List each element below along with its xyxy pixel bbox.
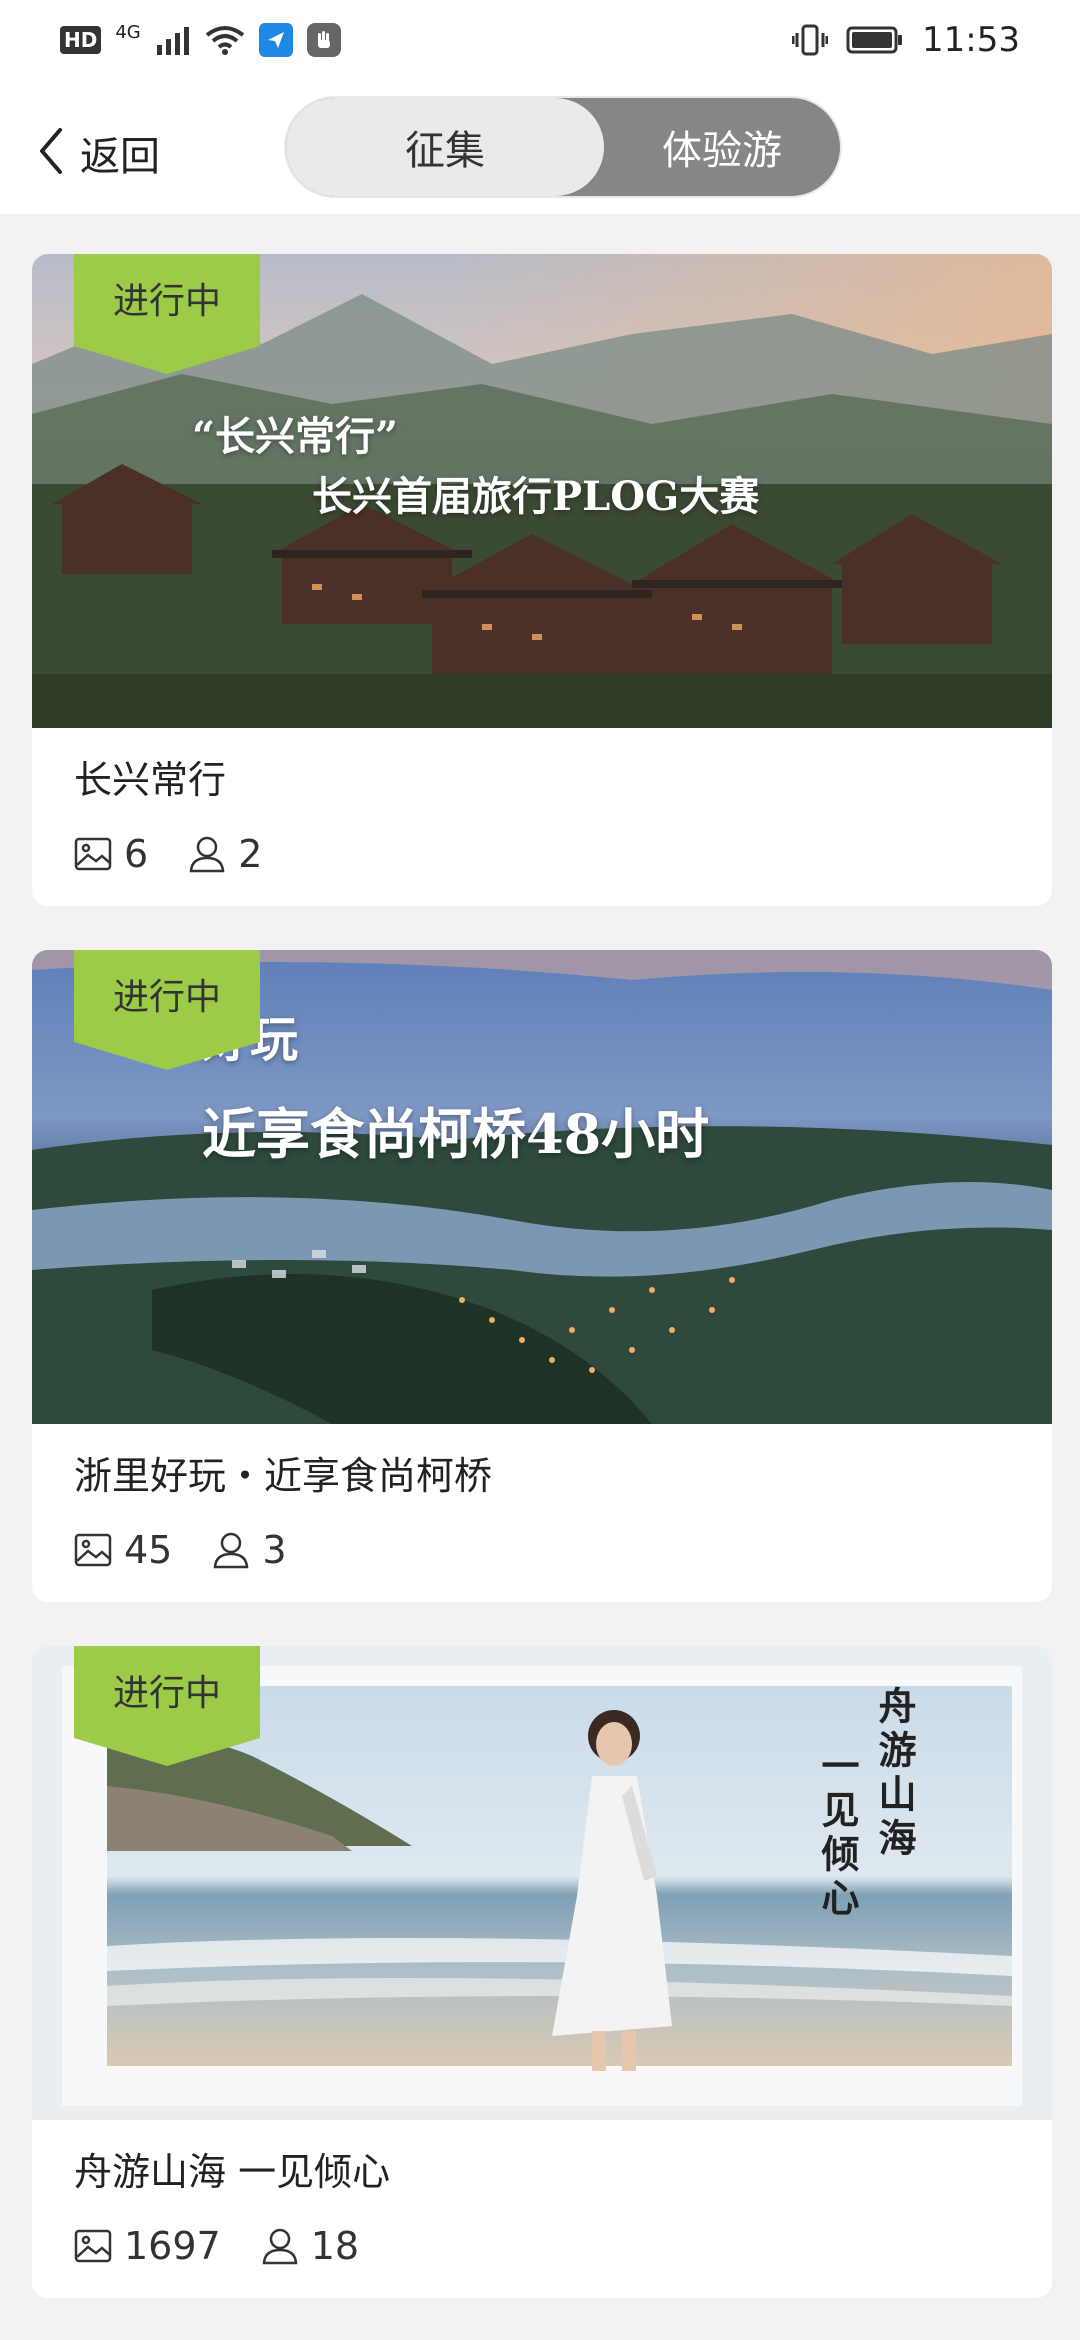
card-meta: 45 3 <box>74 1528 1010 1572</box>
cover-overlay-line2: 近享食尚柯桥48小时 <box>202 1102 710 1166</box>
card-body: 舟游山海 一见倾心 1697 18 <box>32 2120 1052 2298</box>
network-type: 4G <box>115 21 141 43</box>
status-badge: 进行中 <box>74 950 260 1070</box>
status-bar: HD 4G 11:53 <box>0 0 1080 80</box>
user-icon <box>261 2227 299 2265</box>
status-right: 11:53 <box>792 20 1020 60</box>
back-label: 返回 <box>80 134 160 180</box>
card-title: 浙里好玩・近享食尚柯桥 <box>74 1454 493 1498</box>
activity-card[interactable]: 好玩 近享食尚柯桥48小时 进行中 浙里好玩・近享食尚柯桥 45 <box>32 950 1052 1602</box>
status-badge-label: 进行中 <box>112 977 221 1018</box>
status-badge: 进行中 <box>74 1646 260 1766</box>
participant-count-value: 3 <box>262 1528 287 1572</box>
chevron-left-icon <box>36 126 66 180</box>
back-button[interactable]: 返回 <box>36 120 160 186</box>
status-badge-label: 进行中 <box>112 281 221 322</box>
activity-card[interactable]: “长兴常行” 长兴首届旅行PLOG大赛 进行中 长兴常行 6 2 <box>32 254 1052 906</box>
segmented-control: 征集 体验游 <box>284 96 842 198</box>
card-title: 舟游山海 一见倾心 <box>74 2150 391 2194</box>
card-meta: 1697 18 <box>74 2224 1010 2268</box>
image-icon <box>74 2229 112 2263</box>
cover-overlay-line2: 一见倾心 <box>815 1746 860 1922</box>
participant-count: 3 <box>212 1528 287 1572</box>
photo-count-value: 6 <box>124 832 149 876</box>
participant-count: 2 <box>188 832 262 876</box>
wifi-icon <box>205 25 245 55</box>
photo-count: 6 <box>74 832 148 876</box>
top-navigation-bar: 返回 征集 体验游 <box>0 80 1080 214</box>
card-cover-image: 舟游山海 一见倾心 进行中 <box>32 1646 1052 2120</box>
tab-collect[interactable]: 征集 <box>286 98 604 196</box>
hd-indicator: HD <box>60 26 102 54</box>
user-icon <box>188 835 226 873</box>
photo-count: 1697 <box>74 2224 221 2268</box>
status-left: HD 4G <box>60 21 341 57</box>
photo-count-value: 1697 <box>124 2224 221 2268</box>
image-icon <box>74 837 112 871</box>
participant-count-value: 18 <box>310 2224 360 2268</box>
app-notification-icon <box>258 23 293 57</box>
image-icon <box>74 1533 112 1567</box>
card-cover-image: “长兴常行” 长兴首届旅行PLOG大赛 进行中 <box>32 254 1052 728</box>
card-meta: 6 2 <box>74 832 1010 876</box>
photo-count: 45 <box>74 1528 172 1572</box>
tab-experience-tour[interactable]: 体验游 <box>604 98 840 196</box>
hand-icon <box>306 23 341 57</box>
cover-overlay-line1: 舟游山海 <box>872 1686 917 1862</box>
vibrate-icon <box>792 23 829 57</box>
card-body: 浙里好玩・近享食尚柯桥 45 3 <box>32 1424 1052 1602</box>
clock: 11:53 <box>922 20 1020 60</box>
cover-overlay-line2: 长兴首届旅行PLOG大赛 <box>312 473 760 520</box>
user-icon <box>212 1531 250 1569</box>
status-badge: 进行中 <box>74 254 260 374</box>
cover-overlay-line1: “长兴常行” <box>192 413 399 460</box>
participant-count: 18 <box>261 2224 359 2268</box>
battery-icon <box>846 25 904 55</box>
status-badge-label: 进行中 <box>112 1673 221 1714</box>
photo-count-value: 45 <box>124 1528 173 1572</box>
signal-icon <box>155 25 191 55</box>
card-body: 长兴常行 6 2 <box>32 728 1052 906</box>
card-cover-image: 好玩 近享食尚柯桥48小时 进行中 <box>32 950 1052 1424</box>
participant-count-value: 2 <box>238 832 263 876</box>
card-title: 长兴常行 <box>74 758 227 802</box>
activity-card[interactable]: 舟游山海 一见倾心 进行中 舟游山海 一见倾心 1697 18 <box>32 1646 1052 2298</box>
